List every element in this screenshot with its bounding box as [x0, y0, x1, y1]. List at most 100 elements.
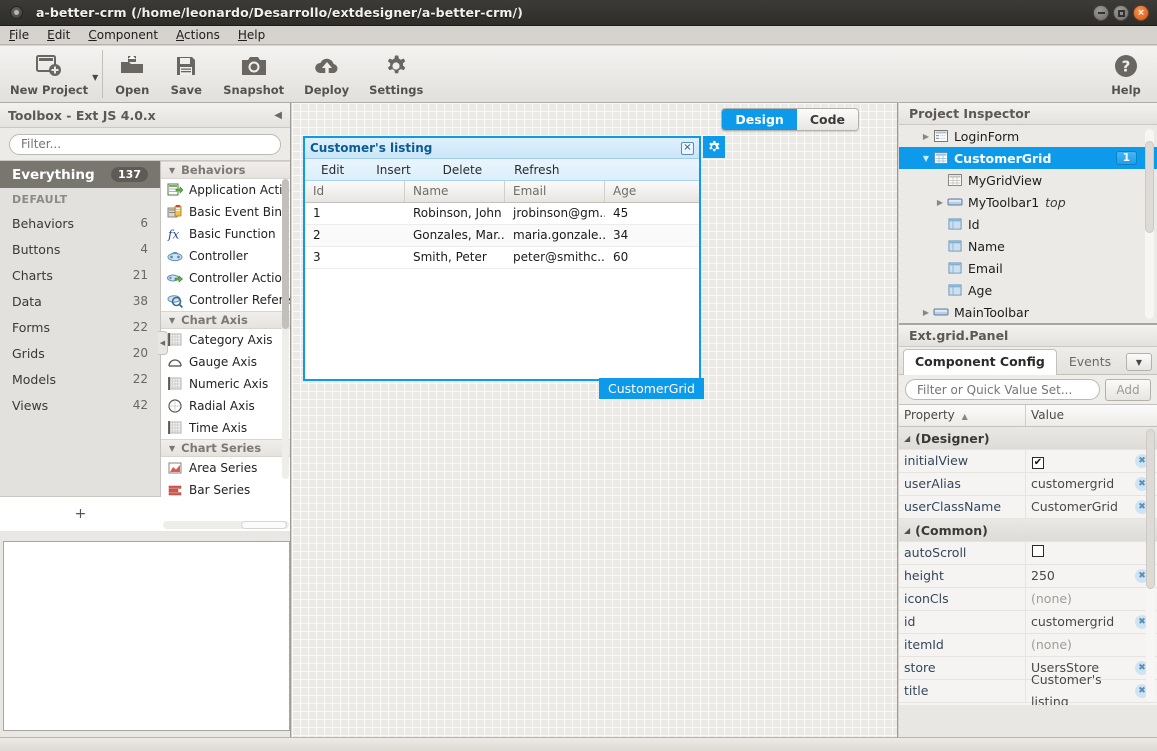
inspector-scrollbar[interactable]	[1145, 129, 1154, 319]
toolbox-item-numeric-axis[interactable]: Numeric Axis	[161, 373, 290, 395]
help-button[interactable]: ? Help	[1099, 46, 1153, 102]
tab-events[interactable]: Events	[1057, 349, 1123, 374]
tab-design[interactable]: Design	[722, 109, 797, 130]
save-button[interactable]: Save	[159, 46, 213, 102]
config-property-value[interactable]: (none)	[1026, 588, 1157, 610]
config-property-value[interactable]: customergrid	[1026, 611, 1135, 633]
maximize-button[interactable]	[1113, 5, 1129, 21]
toolbox-item-controller-action[interactable]: Controller Action	[161, 267, 290, 289]
tree-node-maintoolbar[interactable]: ▶ MainToolbar	[899, 301, 1157, 323]
config-row-itemid[interactable]: itemId (none)	[899, 634, 1157, 657]
config-scrollbar-thumb[interactable]	[1146, 429, 1155, 589]
grid-panel-close-icon[interactable]: ×	[681, 141, 694, 155]
toolbox-group-chart-axis[interactable]: ▼ Chart Axis	[161, 311, 290, 329]
toolbox-hscrollbar-thumb[interactable]	[241, 521, 287, 529]
grid-toolbar-edit-button[interactable]: Edit	[305, 163, 360, 177]
new-project-button[interactable]: New Project	[0, 46, 98, 102]
toolbox-item-basic-function[interactable]: fx Basic Function	[161, 223, 290, 245]
menu-edit[interactable]: Edit	[38, 26, 79, 45]
tree-node-email[interactable]: Email	[899, 257, 1157, 279]
category-data[interactable]: Data 38	[0, 288, 160, 314]
toolbox-splitter-handle[interactable]: ◀	[158, 331, 168, 355]
config-property-value[interactable]: ✔	[1026, 450, 1135, 472]
checkbox-unchecked-icon[interactable]	[1032, 545, 1044, 557]
add-config-button[interactable]: Add	[1105, 378, 1151, 401]
menu-actions[interactable]: Actions	[167, 26, 229, 45]
close-button[interactable]: ×	[1133, 5, 1149, 21]
config-row-useralias[interactable]: userAlias customergrid ✖	[899, 473, 1157, 496]
grid-toolbar-delete-button[interactable]: Delete	[427, 163, 498, 177]
tab-component-config[interactable]: Component Config	[903, 349, 1057, 375]
table-row[interactable]: 2 Gonzales, Mar... maria.gonzale... 34	[305, 225, 699, 247]
category-views[interactable]: Views 42	[0, 392, 160, 418]
grid-column-age[interactable]: Age	[605, 181, 699, 202]
new-project-dropdown-caret[interactable]: ▼	[92, 67, 98, 82]
config-property-value[interactable]: CustomerGrid	[1026, 496, 1135, 518]
config-scrollbar[interactable]	[1146, 429, 1155, 701]
tree-node-customergrid[interactable]: ▼ CustomerGrid 1	[899, 147, 1157, 169]
config-column-value[interactable]: Value	[1026, 405, 1157, 426]
tree-node-loginform[interactable]: ▶ LoginForm	[899, 125, 1157, 147]
config-row-autoscroll[interactable]: autoScroll	[899, 542, 1157, 565]
category-buttons[interactable]: Buttons 4	[0, 236, 160, 262]
config-row-id[interactable]: id customergrid ✖	[899, 611, 1157, 634]
config-row-initialview[interactable]: initialView ✔ ✖	[899, 450, 1157, 473]
category-charts[interactable]: Charts 21	[0, 262, 160, 288]
category-models[interactable]: Models 22	[0, 366, 160, 392]
config-filter-input[interactable]	[905, 379, 1100, 400]
grid-toolbar-insert-button[interactable]: Insert	[360, 163, 426, 177]
toolbox-item-controller-reference[interactable]: Controller Reference	[161, 289, 290, 311]
config-column-property[interactable]: Property ▲	[899, 405, 1026, 426]
toolbox-filter-input[interactable]	[9, 133, 281, 155]
config-property-value[interactable]: (none)	[1026, 634, 1157, 656]
config-property-value[interactable]: Customer's listing	[1026, 669, 1135, 705]
toolbox-scrollbar-thumb[interactable]	[282, 179, 289, 329]
category-everything[interactable]: Everything 137	[0, 161, 160, 188]
config-group-designer[interactable]: ◢ (Designer)	[899, 427, 1157, 450]
tree-node-name[interactable]: Name	[899, 235, 1157, 257]
config-property-value[interactable]	[1026, 542, 1157, 564]
config-row-iconcls[interactable]: iconCls (none)	[899, 588, 1157, 611]
toolbox-item-application-action[interactable]: Application Action	[161, 179, 290, 201]
customer-grid-panel[interactable]: Customer's listing × Edit Insert Delete …	[303, 136, 701, 381]
deploy-button[interactable]: Deploy	[294, 46, 359, 102]
toolbox-item-area-series[interactable]: Area Series	[161, 457, 290, 479]
tree-node-id[interactable]: Id	[899, 213, 1157, 235]
toolbox-item-basic-event-binding[interactable]: Basic Event Binding	[161, 201, 290, 223]
snapshot-button[interactable]: Snapshot	[213, 46, 294, 102]
chevron-down-icon[interactable]: ▼	[919, 154, 933, 163]
tree-node-mygridview[interactable]: MyGridView	[899, 169, 1157, 191]
toolbox-item-gauge-axis[interactable]: Gauge Axis	[161, 351, 290, 373]
grid-panel-config-gear-icon[interactable]	[703, 136, 725, 158]
toolbox-item-bar-series[interactable]: Bar Series	[161, 479, 290, 501]
grid-column-id[interactable]: Id	[305, 181, 405, 202]
settings-button[interactable]: Settings	[359, 46, 433, 102]
category-grids[interactable]: Grids 20	[0, 340, 160, 366]
tab-code[interactable]: Code	[796, 109, 858, 130]
toolbox-item-time-axis[interactable]: Time Axis	[161, 417, 290, 439]
category-forms[interactable]: Forms 22	[0, 314, 160, 340]
add-category-button[interactable]: +	[0, 496, 161, 531]
menu-help[interactable]: Help	[229, 26, 274, 45]
config-group-common[interactable]: ◢ (Common)	[899, 519, 1157, 542]
grid-toolbar-refresh-button[interactable]: Refresh	[498, 163, 575, 177]
toolbox-vertical-scrollbar[interactable]	[282, 179, 289, 479]
grid-column-email[interactable]: Email	[505, 181, 605, 202]
config-property-value[interactable]: customergrid	[1026, 473, 1135, 495]
minimize-button[interactable]	[1093, 5, 1109, 21]
tree-node-mytoolbar1[interactable]: ▶ MyToolbar1 top	[899, 191, 1157, 213]
config-row-title[interactable]: title Customer's listing ✖	[899, 672, 1157, 705]
tab-overflow-menu-icon[interactable]: ▼	[1126, 353, 1152, 371]
design-canvas[interactable]: Design Code Customer's listing × Edit In…	[292, 103, 898, 751]
toolbox-item-radial-axis[interactable]: Radial Axis	[161, 395, 290, 417]
selected-component-badge[interactable]: CustomerGrid	[599, 378, 704, 399]
checkbox-checked-icon[interactable]: ✔	[1032, 457, 1044, 469]
chevron-right-icon[interactable]: ▶	[919, 132, 933, 141]
collapse-left-icon[interactable]: ◀	[274, 110, 282, 121]
chevron-right-icon[interactable]: ▶	[933, 198, 947, 207]
tree-node-age[interactable]: Age	[899, 279, 1157, 301]
category-behaviors[interactable]: Behaviors 6	[0, 210, 160, 236]
toolbox-item-controller[interactable]: Controller	[161, 245, 290, 267]
toolbox-item-category-axis[interactable]: Category Axis	[161, 329, 290, 351]
menu-file[interactable]: File	[0, 26, 38, 45]
